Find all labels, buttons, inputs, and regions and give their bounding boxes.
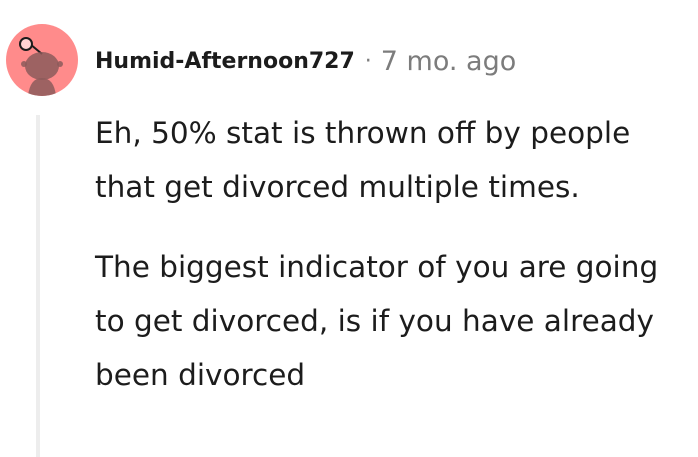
reddit-snoo-avatar-icon [19, 37, 63, 96]
comment: Humid-Afternoon727 · 7 mo. ago Eh, 50% s… [0, 0, 698, 457]
thread-collapse-line[interactable] [36, 115, 40, 457]
timestamp[interactable]: 7 mo. ago [381, 46, 516, 77]
comment-paragraph: The biggest indicator of you are going t… [95, 250, 659, 392]
avatar[interactable] [6, 24, 78, 96]
comment-paragraph: Eh, 50% stat is thrown off by people tha… [95, 116, 631, 204]
comment-meta: Humid-Afternoon727 · 7 mo. ago [95, 41, 516, 81]
meta-separator: · [364, 48, 372, 74]
author-link[interactable]: Humid-Afternoon727 [95, 49, 355, 74]
comment-body: Eh, 50% stat is thrown off by people tha… [95, 106, 685, 402]
